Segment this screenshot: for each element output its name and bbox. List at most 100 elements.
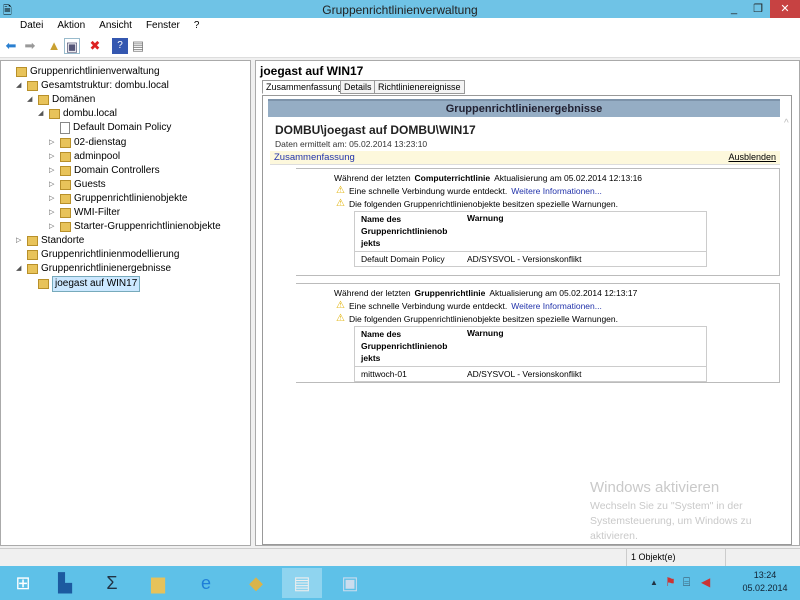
policy-type: Computerrichtlinie [414, 173, 491, 183]
start-icon[interactable]: ⊞ [3, 568, 43, 598]
network-icon[interactable]: ⌸ [683, 575, 690, 590]
tree-item-label: Gruppenrichtlinienergebnisse [41, 263, 172, 275]
expand-icon[interactable]: ▷ [16, 234, 24, 248]
policy-section: Während der letzten Computerrichtlinie A… [296, 168, 780, 276]
cell-gpo-name: mittwoch-01 [361, 369, 407, 379]
folder-icon [60, 137, 71, 148]
menu-help[interactable]: ? [194, 18, 200, 34]
tree-item[interactable]: ▷ adminpool [49, 150, 120, 164]
powershell-icon[interactable]: Σ [92, 568, 132, 598]
monitor-icon[interactable]: ▣ [330, 568, 370, 598]
expand-icon[interactable]: ▷ [49, 220, 57, 234]
warning-gpo: Die folgenden Gruppenrichtlinienobjekte … [348, 313, 618, 324]
menu-aktion[interactable]: Aktion [57, 18, 85, 34]
result-title: joegast auf WIN17 [260, 64, 364, 78]
menu-fenster[interactable]: Fenster [146, 18, 180, 34]
up-folder-icon[interactable]: ▲ [46, 38, 62, 54]
tree-item[interactable]: ◢ Gruppenrichtlinienergebnisse [16, 262, 171, 276]
tree-item-label: Gesamtstruktur: dombu.local [41, 80, 169, 92]
toolbar: ⬅ ➡ ▲ ▣ ✖ ? ▤ [0, 34, 800, 58]
more-info-link[interactable]: Weitere Informationen... [511, 301, 602, 311]
expand-icon[interactable]: ◢ [27, 93, 35, 107]
folder-icon [38, 95, 49, 106]
menu-datei[interactable]: Datei [20, 18, 43, 34]
expand-icon[interactable]: ◢ [16, 79, 24, 93]
tree-item[interactable]: ◢ dombu.local [38, 107, 117, 121]
column-header-warning: Warnung [467, 213, 504, 223]
gpmc-taskbar-icon[interactable]: ▤ [282, 568, 322, 598]
expand-icon[interactable]: ▷ [49, 136, 57, 150]
volume-icon[interactable]: ◀ [701, 575, 710, 589]
hide-link[interactable]: Ausblenden [728, 152, 776, 162]
tree-item[interactable]: Gruppenrichtlinienverwaltung [5, 65, 160, 79]
tree-item[interactable]: ◢ Domänen [27, 93, 95, 107]
tab-details[interactable]: Details [340, 80, 376, 94]
help-icon[interactable]: ? [112, 38, 128, 54]
back-icon[interactable]: ⬅ [3, 38, 19, 54]
tree-item[interactable]: ◢ Gesamtstruktur: dombu.local [16, 79, 169, 93]
tree-item-label: dombu.local [63, 108, 117, 120]
folder-icon [16, 67, 27, 77]
clock-time: 13:24 [753, 570, 777, 580]
expand-icon[interactable]: ▷ [49, 150, 57, 164]
tree-item[interactable]: ▷ Gruppenrichtlinienobjekte [49, 192, 187, 206]
menu-ansicht[interactable]: Ansicht [99, 18, 132, 34]
scroll-up-icon[interactable]: ^ [784, 118, 789, 129]
column-header-warning: Warnung [467, 328, 504, 338]
tab-richtlinienereignisse[interactable]: Richtlinienereignisse [374, 80, 465, 94]
action-center-icon[interactable]: ⚑ [665, 575, 676, 589]
expand-icon[interactable]: ◢ [16, 262, 24, 276]
summary-link[interactable]: Zusammenfassung [274, 152, 355, 163]
gpo-link-icon [60, 122, 70, 135]
warning-table: Name des Gruppenrichtlinienob jekts Warn… [354, 326, 707, 382]
taskbar: ⊞ ▙ Σ ▆ e ◆ ▤ ▣ ▲ ⚑ ⌸ ◀ 13:24 05.02.2014 [0, 566, 800, 600]
tree-item[interactable]: ▷ Starter-Gruppenrichtlinienobjekte [49, 220, 221, 234]
expand-icon[interactable]: ▷ [49, 178, 57, 192]
tree-item[interactable]: joegast auf WIN17 [27, 275, 141, 292]
cell-warning: AD/SYSVOL - Versionskonflikt [467, 369, 582, 379]
tree-item-label: Gruppenrichtlinienmodellierung [41, 249, 180, 261]
minimize-button[interactable]: _ [722, 0, 746, 18]
clock[interactable]: 13:24 05.02.2014 [740, 570, 790, 593]
tree-item-label: Domain Controllers [74, 164, 160, 176]
ie-icon[interactable]: e [186, 568, 226, 598]
tray-expand-icon[interactable]: ▲ [650, 578, 658, 587]
forward-icon[interactable]: ➡ [22, 38, 38, 54]
policy-type: Gruppenrichtlinie [414, 288, 486, 298]
expand-icon[interactable]: ▷ [49, 206, 57, 220]
warning-fast-link: Eine schnelle Verbindung wurde entdeckt. [348, 185, 508, 196]
show-tree-icon[interactable]: ▣ [64, 38, 80, 54]
tree-item-label: Guests [74, 178, 106, 190]
expand-icon[interactable]: ▷ [49, 164, 57, 178]
report-header: Gruppenrichtlinienergebnisse [268, 99, 780, 117]
tree-item[interactable]: ▷ Standorte [16, 234, 84, 248]
tab-zusammenfassung[interactable]: Zusammenfassung [262, 80, 347, 94]
delete-icon[interactable]: ✖ [87, 38, 103, 54]
tree-item-label: Standorte [41, 235, 85, 247]
tree-item[interactable]: ▷ Domain Controllers [49, 164, 160, 178]
tools-icon[interactable]: ◆ [236, 568, 276, 598]
explorer-icon[interactable]: ▆ [138, 568, 178, 598]
more-info-link[interactable]: Weitere Informationen... [511, 186, 602, 196]
tree-item[interactable]: Gruppenrichtlinienmodellierung [16, 248, 179, 262]
folder-icon [49, 109, 60, 120]
folder-icon [27, 81, 38, 92]
warning-icon: ⚠ [336, 185, 345, 196]
tree-item-label: Gruppenrichtlinienverwaltung [30, 66, 160, 77]
column-header-name: Name des Gruppenrichtlinienob jekts [361, 214, 448, 248]
server-manager-icon[interactable]: ▙ [45, 568, 85, 598]
cell-warning: AD/SYSVOL - Versionskonflikt [467, 254, 582, 264]
close-button[interactable]: ✕ [770, 0, 800, 18]
expand-icon[interactable]: ◢ [38, 107, 46, 121]
properties-icon[interactable]: ▤ [130, 38, 146, 54]
intro-pre: Während der letzten [334, 173, 411, 183]
expand-icon[interactable]: ▷ [49, 192, 57, 206]
restore-button[interactable]: ❐ [746, 0, 770, 18]
tree-item[interactable]: ▷ 02-dienstag [49, 136, 126, 150]
tree-item[interactable]: Default Domain Policy [49, 121, 171, 135]
tree-item[interactable]: ▷ WMI-Filter [49, 206, 120, 220]
tree-item-label: WMI-Filter [74, 207, 121, 218]
tree-item[interactable]: ▷ Guests [49, 178, 106, 192]
warning-table: Name des Gruppenrichtlinienob jekts Warn… [354, 211, 707, 267]
intro-pre: Während der letzten [334, 288, 411, 298]
